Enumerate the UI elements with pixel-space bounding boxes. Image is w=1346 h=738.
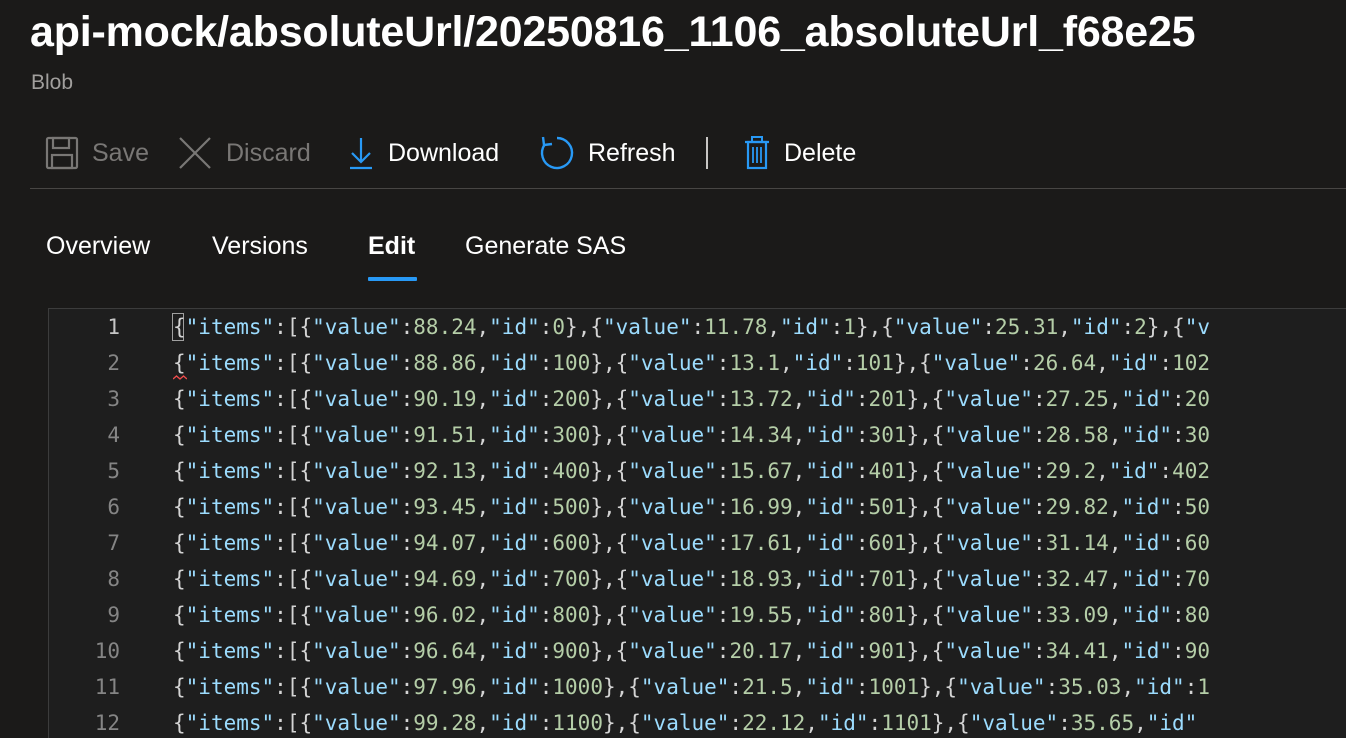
save-label: Save — [92, 138, 149, 167]
download-button[interactable]: Download — [346, 130, 499, 176]
refresh-icon — [538, 134, 576, 172]
line-number: 5 — [107, 459, 120, 483]
code-line: {"items":[{"value":88.24,"id":0},{"value… — [173, 315, 1211, 339]
code-line: {"items":[{"value":90.19,"id":200},{"val… — [173, 387, 1210, 411]
trash-icon — [742, 135, 772, 171]
delete-label: Delete — [784, 138, 857, 167]
line-number: 1 — [107, 315, 120, 339]
code-line: {"items":[{"value":96.02,"id":800},{"val… — [173, 603, 1210, 627]
code-content[interactable]: {"items":[{"value":88.24,"id":0},{"value… — [173, 309, 1346, 738]
code-line: {"items":[{"value":97.96,"id":1000},{"va… — [173, 675, 1210, 699]
line-number: 10 — [94, 639, 120, 663]
tab-overview[interactable]: Overview — [46, 232, 150, 261]
refresh-label: Refresh — [588, 138, 676, 167]
line-number: 4 — [107, 423, 120, 447]
active-tab-indicator — [368, 277, 417, 281]
download-icon — [346, 135, 376, 171]
code-line: {"items":[{"value":88.86,"id":100},{"val… — [173, 351, 1210, 375]
code-line: {"items":[{"value":94.07,"id":600},{"val… — [173, 531, 1210, 555]
line-number: 11 — [94, 675, 120, 699]
line-number-gutter: 1 2 3 4 5 6 7 8 9 10 11 12 — [49, 309, 159, 738]
tab-edit[interactable]: Edit — [368, 232, 415, 261]
code-editor[interactable]: 1 2 3 4 5 6 7 8 9 10 11 12 {"items":[{"v… — [48, 308, 1346, 738]
refresh-button[interactable]: Refresh — [538, 130, 676, 176]
line-number: 6 — [107, 495, 120, 519]
toolbar-divider — [706, 137, 708, 169]
tab-versions[interactable]: Versions — [212, 232, 308, 261]
discard-label: Discard — [226, 138, 311, 167]
code-line: {"items":[{"value":92.13,"id":400},{"val… — [173, 459, 1210, 483]
download-label: Download — [388, 138, 500, 167]
discard-button[interactable]: Discard — [176, 130, 311, 176]
code-line: {"items":[{"value":93.45,"id":500},{"val… — [173, 495, 1210, 519]
save-button[interactable]: Save — [44, 130, 149, 176]
code-line: {"items":[{"value":96.64,"id":900},{"val… — [173, 639, 1210, 663]
line-number: 3 — [107, 387, 120, 411]
page-title: api-mock/absoluteUrl/20250816_1106_absol… — [30, 8, 1196, 56]
blob-editor-page: api-mock/absoluteUrl/20250816_1106_absol… — [0, 0, 1346, 738]
code-line: {"items":[{"value":94.69,"id":700},{"val… — [173, 567, 1210, 591]
line-number: 9 — [107, 603, 120, 627]
page-subtitle: Blob — [31, 71, 74, 94]
line-number: 8 — [107, 567, 120, 591]
line-number: 12 — [94, 711, 120, 735]
code-line: {"items":[{"value":99.28,"id":1100},{"va… — [173, 711, 1198, 735]
line-number: 2 — [107, 351, 120, 375]
command-bar: Save Discard Download Refresh Delete — [30, 130, 1346, 189]
tab-bar: Overview Versions Edit Generate SAS — [0, 222, 1346, 284]
tab-generate-sas[interactable]: Generate SAS — [465, 232, 626, 261]
line-number: 7 — [107, 531, 120, 555]
close-icon — [176, 135, 214, 171]
code-line: {"items":[{"value":91.51,"id":300},{"val… — [173, 423, 1210, 447]
save-icon — [44, 135, 80, 171]
delete-button[interactable]: Delete — [742, 130, 856, 176]
